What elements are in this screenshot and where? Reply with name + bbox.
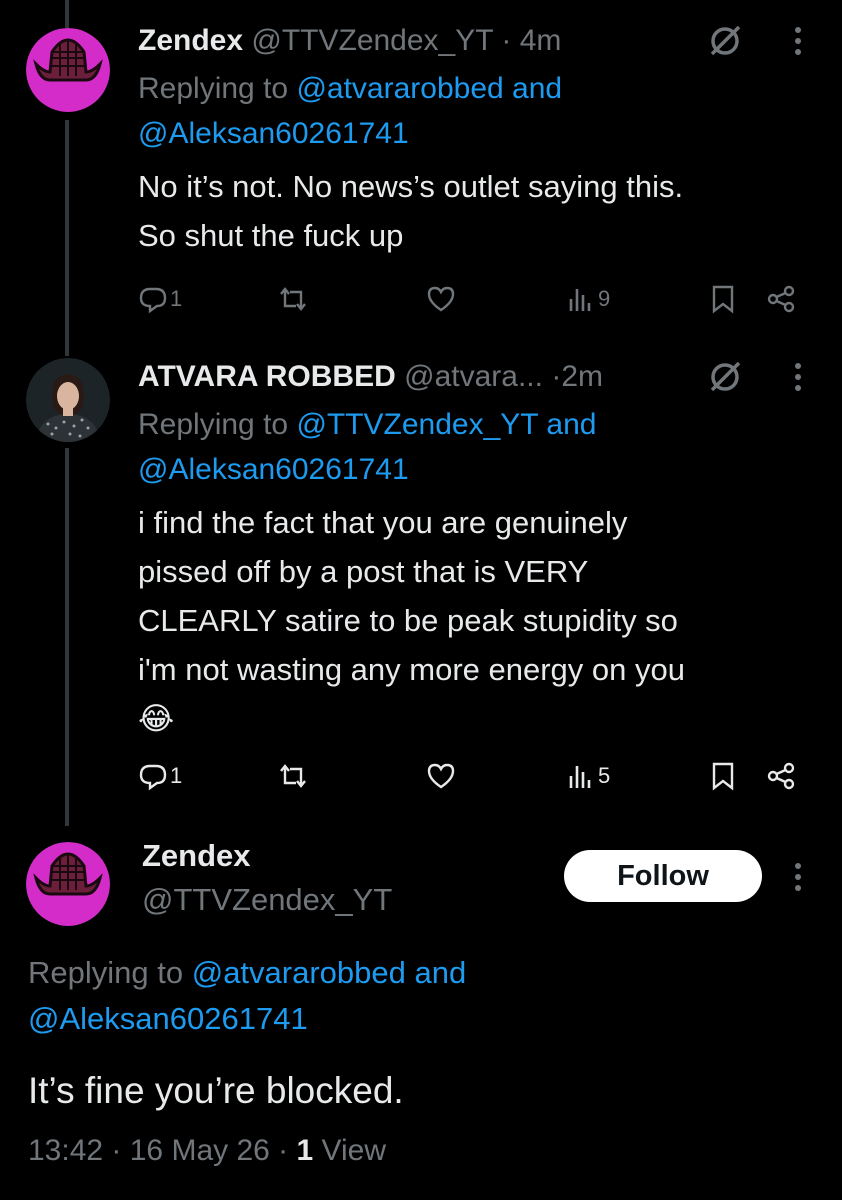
reply-icon bbox=[139, 764, 167, 791]
more-icon[interactable] bbox=[792, 362, 804, 392]
replying-and: and bbox=[405, 955, 467, 990]
grok-icon[interactable] bbox=[708, 24, 742, 58]
views-count: 5 bbox=[598, 763, 611, 788]
reply-count: 1 bbox=[170, 286, 183, 311]
action-bar: 1 9 bbox=[138, 279, 818, 319]
like-button[interactable] bbox=[426, 756, 456, 796]
heart-icon bbox=[427, 286, 455, 312]
view-label[interactable]: View bbox=[322, 1134, 386, 1167]
retweet-icon bbox=[280, 764, 306, 788]
avatar[interactable] bbox=[26, 358, 110, 442]
avatar[interactable] bbox=[26, 28, 110, 112]
bookmark-button[interactable] bbox=[708, 756, 738, 796]
view-count[interactable]: 1 bbox=[297, 1134, 314, 1167]
replying-and: and bbox=[503, 72, 563, 105]
avatar[interactable] bbox=[26, 842, 110, 926]
tweet-text-line: i find the fact that you are genuinely bbox=[138, 505, 628, 540]
tweet-text-line: So shut the fuck up bbox=[138, 218, 404, 253]
tweet-meta: 13:42 · 16 May 26 · 1 View bbox=[28, 1134, 386, 1168]
user-handle[interactable]: @TTVZendex_YT bbox=[251, 24, 493, 57]
separator: · bbox=[269, 1134, 297, 1167]
replying-to: Replying to @atvararobbed and @Aleksan60… bbox=[138, 66, 842, 156]
display-name[interactable]: Zendex bbox=[138, 24, 243, 57]
views-count: 9 bbox=[598, 286, 611, 311]
display-name[interactable]: ATVARA ROBBED bbox=[138, 360, 396, 393]
replying-to: Replying to @atvararobbed and @Aleksan60… bbox=[28, 950, 466, 1042]
mention-link[interactable]: @Aleksan60261741 bbox=[28, 1001, 308, 1036]
mention-link[interactable]: @TTVZendex_YT bbox=[296, 408, 538, 441]
date[interactable]: 16 May 26 bbox=[130, 1134, 270, 1167]
reply-tweet[interactable]: Zendex @TTVZendex_YT · 4m Replying to @a… bbox=[138, 16, 842, 260]
timestamp[interactable]: 4m bbox=[520, 24, 562, 57]
bookmark-icon bbox=[712, 762, 734, 791]
replying-and: and bbox=[538, 408, 597, 441]
reply-icon bbox=[139, 287, 167, 314]
follow-button[interactable]: Follow bbox=[564, 850, 762, 902]
tweet-text-line: CLEARLY satire to be peak stupidity so bbox=[138, 603, 678, 638]
views-button[interactable]: 5 bbox=[566, 756, 610, 796]
replying-to: Replying to @TTVZendex_YT and @Aleksan60… bbox=[138, 402, 842, 492]
timestamp[interactable]: 2m bbox=[561, 360, 603, 393]
reply-button[interactable]: 1 bbox=[138, 279, 182, 319]
views-icon bbox=[569, 289, 591, 311]
more-icon[interactable] bbox=[792, 862, 804, 892]
reply-tweet[interactable]: ATVARA ROBBED @atvara... ·2m Replying to… bbox=[138, 352, 842, 743]
views-button[interactable]: 9 bbox=[566, 279, 610, 319]
more-icon[interactable] bbox=[792, 26, 804, 56]
user-handle[interactable]: @TTVZendex_YT bbox=[142, 882, 392, 918]
share-icon bbox=[767, 285, 795, 313]
tweet-text-line: pissed off by a post that is VERY bbox=[138, 554, 589, 589]
reply-button[interactable]: 1 bbox=[138, 756, 182, 796]
separator: · bbox=[103, 1134, 130, 1167]
retweet-button[interactable] bbox=[278, 756, 308, 796]
thread-line bbox=[65, 120, 69, 356]
retweet-button[interactable] bbox=[278, 279, 308, 319]
reply-count: 1 bbox=[170, 763, 183, 788]
separator: · bbox=[501, 24, 512, 57]
tweet-text: It’s fine you’re blocked. bbox=[28, 1070, 404, 1111]
tweet-header: Zendex @TTVZendex_YT · 4m bbox=[138, 16, 842, 66]
replying-prefix: Replying to bbox=[138, 408, 297, 441]
like-button[interactable] bbox=[426, 279, 456, 319]
views-icon bbox=[569, 766, 591, 788]
share-icon bbox=[767, 762, 795, 790]
display-name[interactable]: Zendex bbox=[142, 838, 251, 874]
separator: · bbox=[551, 360, 562, 393]
tweet-text-line: No it’s not. No news’s outlet saying thi… bbox=[138, 169, 684, 204]
share-button[interactable] bbox=[766, 279, 796, 319]
replying-prefix: Replying to bbox=[138, 72, 297, 105]
mention-link[interactable]: @Aleksan60261741 bbox=[138, 117, 409, 150]
timestamp[interactable]: 13:42 bbox=[28, 1134, 103, 1167]
tweet-text-line: i'm not wasting any more energy on you bbox=[138, 652, 685, 687]
share-button[interactable] bbox=[766, 756, 796, 796]
heart-icon bbox=[427, 763, 455, 789]
thread-line bbox=[65, 448, 69, 826]
user-handle[interactable]: @atvara... bbox=[404, 360, 543, 393]
mention-link[interactable]: @atvararobbed bbox=[296, 72, 503, 105]
tweet-text: i find the fact that you are genuinely p… bbox=[138, 498, 842, 743]
tweet-text: No it’s not. No news’s outlet saying thi… bbox=[138, 162, 842, 260]
replying-prefix: Replying to bbox=[28, 955, 192, 990]
tweet-text-emoji: 😂 bbox=[138, 701, 175, 736]
mention-link[interactable]: @Aleksan60261741 bbox=[138, 453, 409, 486]
bookmark-button[interactable] bbox=[708, 279, 738, 319]
bookmark-icon bbox=[712, 285, 734, 314]
mention-link[interactable]: @atvararobbed bbox=[192, 955, 406, 990]
thread-line bbox=[65, 0, 69, 28]
tweet-header: ATVARA ROBBED @atvara... ·2m bbox=[138, 352, 842, 402]
retweet-icon bbox=[280, 287, 306, 311]
action-bar: 1 5 bbox=[138, 756, 818, 796]
grok-icon[interactable] bbox=[708, 360, 742, 394]
